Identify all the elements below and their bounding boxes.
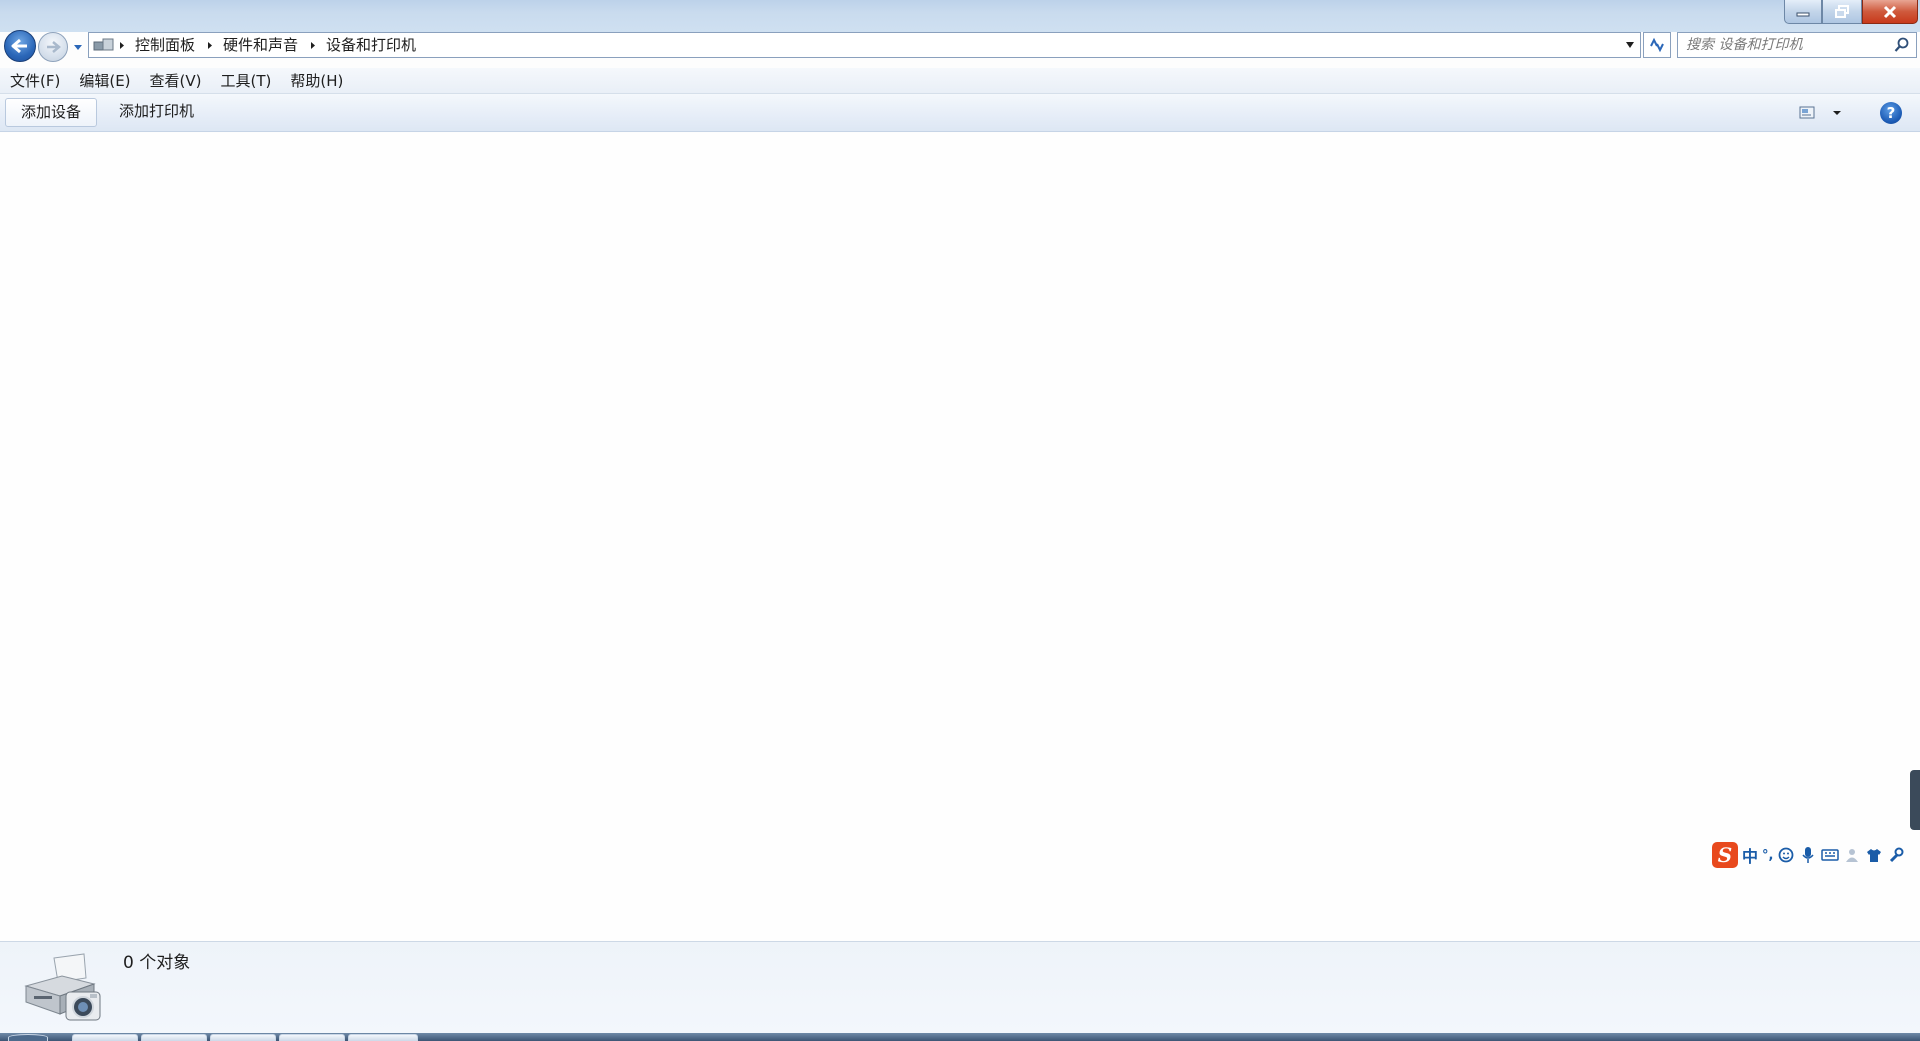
- breadcrumb-arrow-icon[interactable]: [306, 37, 320, 53]
- ime-punctuation-toggle[interactable]: °,: [1762, 848, 1773, 863]
- taskbar: [0, 1033, 1920, 1041]
- taskbar-item[interactable]: [348, 1034, 418, 1041]
- breadcrumb-arrow-icon[interactable]: [115, 37, 129, 53]
- refresh-button[interactable]: [1643, 32, 1671, 58]
- help-button[interactable]: ?: [1880, 102, 1902, 124]
- view-icon: [1799, 106, 1815, 119]
- devices-and-printers-window: 控制面板 硬件和声音 设备和打印机 文件(F) 编辑(E) 查看(V) 工具(T…: [0, 0, 1920, 1033]
- breadcrumb-control-panel[interactable]: 控制面板: [129, 33, 203, 57]
- ime-toolbar: S 中 °,: [1712, 841, 1905, 869]
- add-printer-button[interactable]: 添加打印机: [104, 98, 209, 127]
- ime-mode-toggle[interactable]: 中: [1742, 843, 1758, 867]
- command-bar: 添加设备 添加打印机 ?: [0, 94, 1920, 132]
- printer-camera-icon: [24, 953, 101, 1021]
- start-button[interactable]: [8, 1034, 48, 1041]
- search-icon[interactable]: [1894, 37, 1910, 53]
- breadcrumb-devices-and-printers[interactable]: 设备和打印机: [320, 33, 424, 57]
- taskbar-item[interactable]: [141, 1034, 207, 1041]
- sogou-logo-icon[interactable]: S: [1712, 842, 1738, 868]
- menu-file[interactable]: 文件(F): [2, 69, 68, 93]
- emoji-icon[interactable]: [1777, 846, 1795, 864]
- side-gadget-tab[interactable]: [1910, 770, 1920, 830]
- user-icon[interactable]: [1843, 846, 1861, 864]
- address-bar[interactable]: 控制面板 硬件和声音 设备和打印机: [88, 32, 1641, 58]
- skin-shirt-icon[interactable]: [1865, 846, 1883, 864]
- chevron-down-icon[interactable]: [1624, 40, 1636, 50]
- navigation-row: 控制面板 硬件和声音 设备和打印机: [0, 28, 1920, 64]
- change-view-button[interactable]: [1798, 102, 1844, 124]
- taskbar-item[interactable]: [72, 1034, 138, 1041]
- details-pane: 0 个对象: [0, 941, 1920, 1033]
- breadcrumb-arrow-icon[interactable]: [203, 37, 217, 53]
- menu-edit[interactable]: 编辑(E): [71, 69, 138, 93]
- chevron-down-icon: [1833, 111, 1841, 115]
- forward-button[interactable]: [38, 32, 68, 62]
- object-count: 0 个对象: [123, 953, 191, 973]
- menu-view[interactable]: 查看(V): [142, 69, 210, 93]
- arrow-left-icon: [11, 38, 27, 54]
- refresh-icon: [1650, 37, 1664, 53]
- menu-help[interactable]: 帮助(H): [282, 69, 351, 93]
- add-device-button[interactable]: 添加设备: [5, 98, 98, 127]
- minimize-button[interactable]: [1784, 0, 1822, 24]
- back-button[interactable]: [4, 30, 36, 62]
- search-field[interactable]: [1677, 32, 1917, 58]
- restore-button[interactable]: [1822, 0, 1862, 24]
- wrench-icon[interactable]: [1887, 846, 1905, 864]
- microphone-icon[interactable]: [1799, 846, 1817, 864]
- menu-bar: 文件(F) 编辑(E) 查看(V) 工具(T) 帮助(H): [0, 68, 1920, 94]
- recent-pages-button[interactable]: [72, 42, 84, 54]
- taskbar-item[interactable]: [210, 1034, 276, 1041]
- window-controls: [1784, 0, 1918, 24]
- search-input[interactable]: [1686, 37, 1891, 53]
- chevron-down-icon: [74, 45, 82, 50]
- arrow-right-icon: [47, 41, 61, 53]
- device-list-area[interactable]: [0, 133, 1920, 941]
- keyboard-icon[interactable]: [1821, 846, 1840, 864]
- devices-folder-icon: [93, 38, 114, 51]
- breadcrumb-hardware-and-sound[interactable]: 硬件和声音: [217, 33, 306, 57]
- taskbar-item[interactable]: [279, 1034, 345, 1041]
- close-button[interactable]: [1862, 0, 1918, 24]
- menu-tools[interactable]: 工具(T): [213, 69, 280, 93]
